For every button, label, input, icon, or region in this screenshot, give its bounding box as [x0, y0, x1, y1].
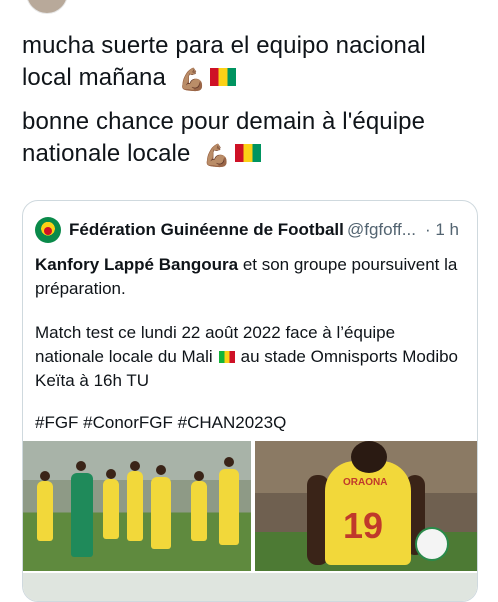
quoted-tweet-header: Fédération Guinéenne de Football @fgfoff… [35, 217, 475, 243]
goalkeeper-figure [71, 473, 93, 557]
additional-media-strip[interactable] [23, 573, 477, 601]
jersey-number: 19 [343, 505, 384, 546]
player-head [194, 471, 204, 481]
player-figure [191, 481, 207, 541]
quoted-handle[interactable]: @fgfoff... [347, 220, 416, 240]
fgf-logo-avatar[interactable] [35, 217, 61, 243]
player-figure [103, 479, 119, 539]
quoted-display-name[interactable]: Fédération Guinéenne de Football [69, 220, 344, 240]
flexed-biceps-icon: 💪🏽 [203, 143, 231, 168]
tweet-text-spanish: mucha suerte para el equipo nacional loc… [22, 30, 482, 96]
jersey-name: ORAONA [343, 477, 388, 488]
player-figure [219, 469, 239, 545]
player-figure [37, 481, 53, 541]
player-jersey: ORAONA 19 [325, 461, 411, 565]
guinea-flag-icon [234, 144, 261, 162]
quoted-paragraph-1: Kanfory Lappé Bangoura et son groupe pou… [35, 253, 463, 301]
guinea-flag-icon [210, 68, 237, 86]
team-training-photo[interactable] [23, 441, 251, 571]
quoted-timestamp[interactable]: · 1 h [425, 220, 459, 240]
player-figure [151, 477, 171, 549]
mali-flag-icon [218, 351, 235, 363]
quoted-tweet-card[interactable]: Fédération Guinéenne de Football @fgfoff… [22, 200, 478, 602]
tweet-text-french: bonne chance pour demain à l'équipe nati… [22, 106, 482, 172]
flexed-biceps-icon: 💪🏽 [178, 67, 207, 92]
tweet-author-avatar[interactable] [26, 0, 68, 14]
player-figure [127, 471, 143, 541]
player-head [130, 461, 140, 471]
player-closeup-photo[interactable]: ORAONA 19 [255, 441, 477, 571]
football-icon [415, 527, 449, 561]
player-head [156, 465, 166, 475]
quoted-paragraph-2: Match test ce lundi 22 août 2022 face à … [35, 321, 463, 393]
player-head [351, 441, 387, 473]
quoted-hashtags[interactable]: #FGF #ConorFGF #CHAN2023Q [35, 411, 463, 435]
player-head [76, 461, 86, 471]
player-head [224, 457, 234, 467]
player-head [40, 471, 50, 481]
quoted-bold-name: Kanfory Lappé Bangoura [35, 255, 239, 274]
player-head [106, 469, 116, 479]
